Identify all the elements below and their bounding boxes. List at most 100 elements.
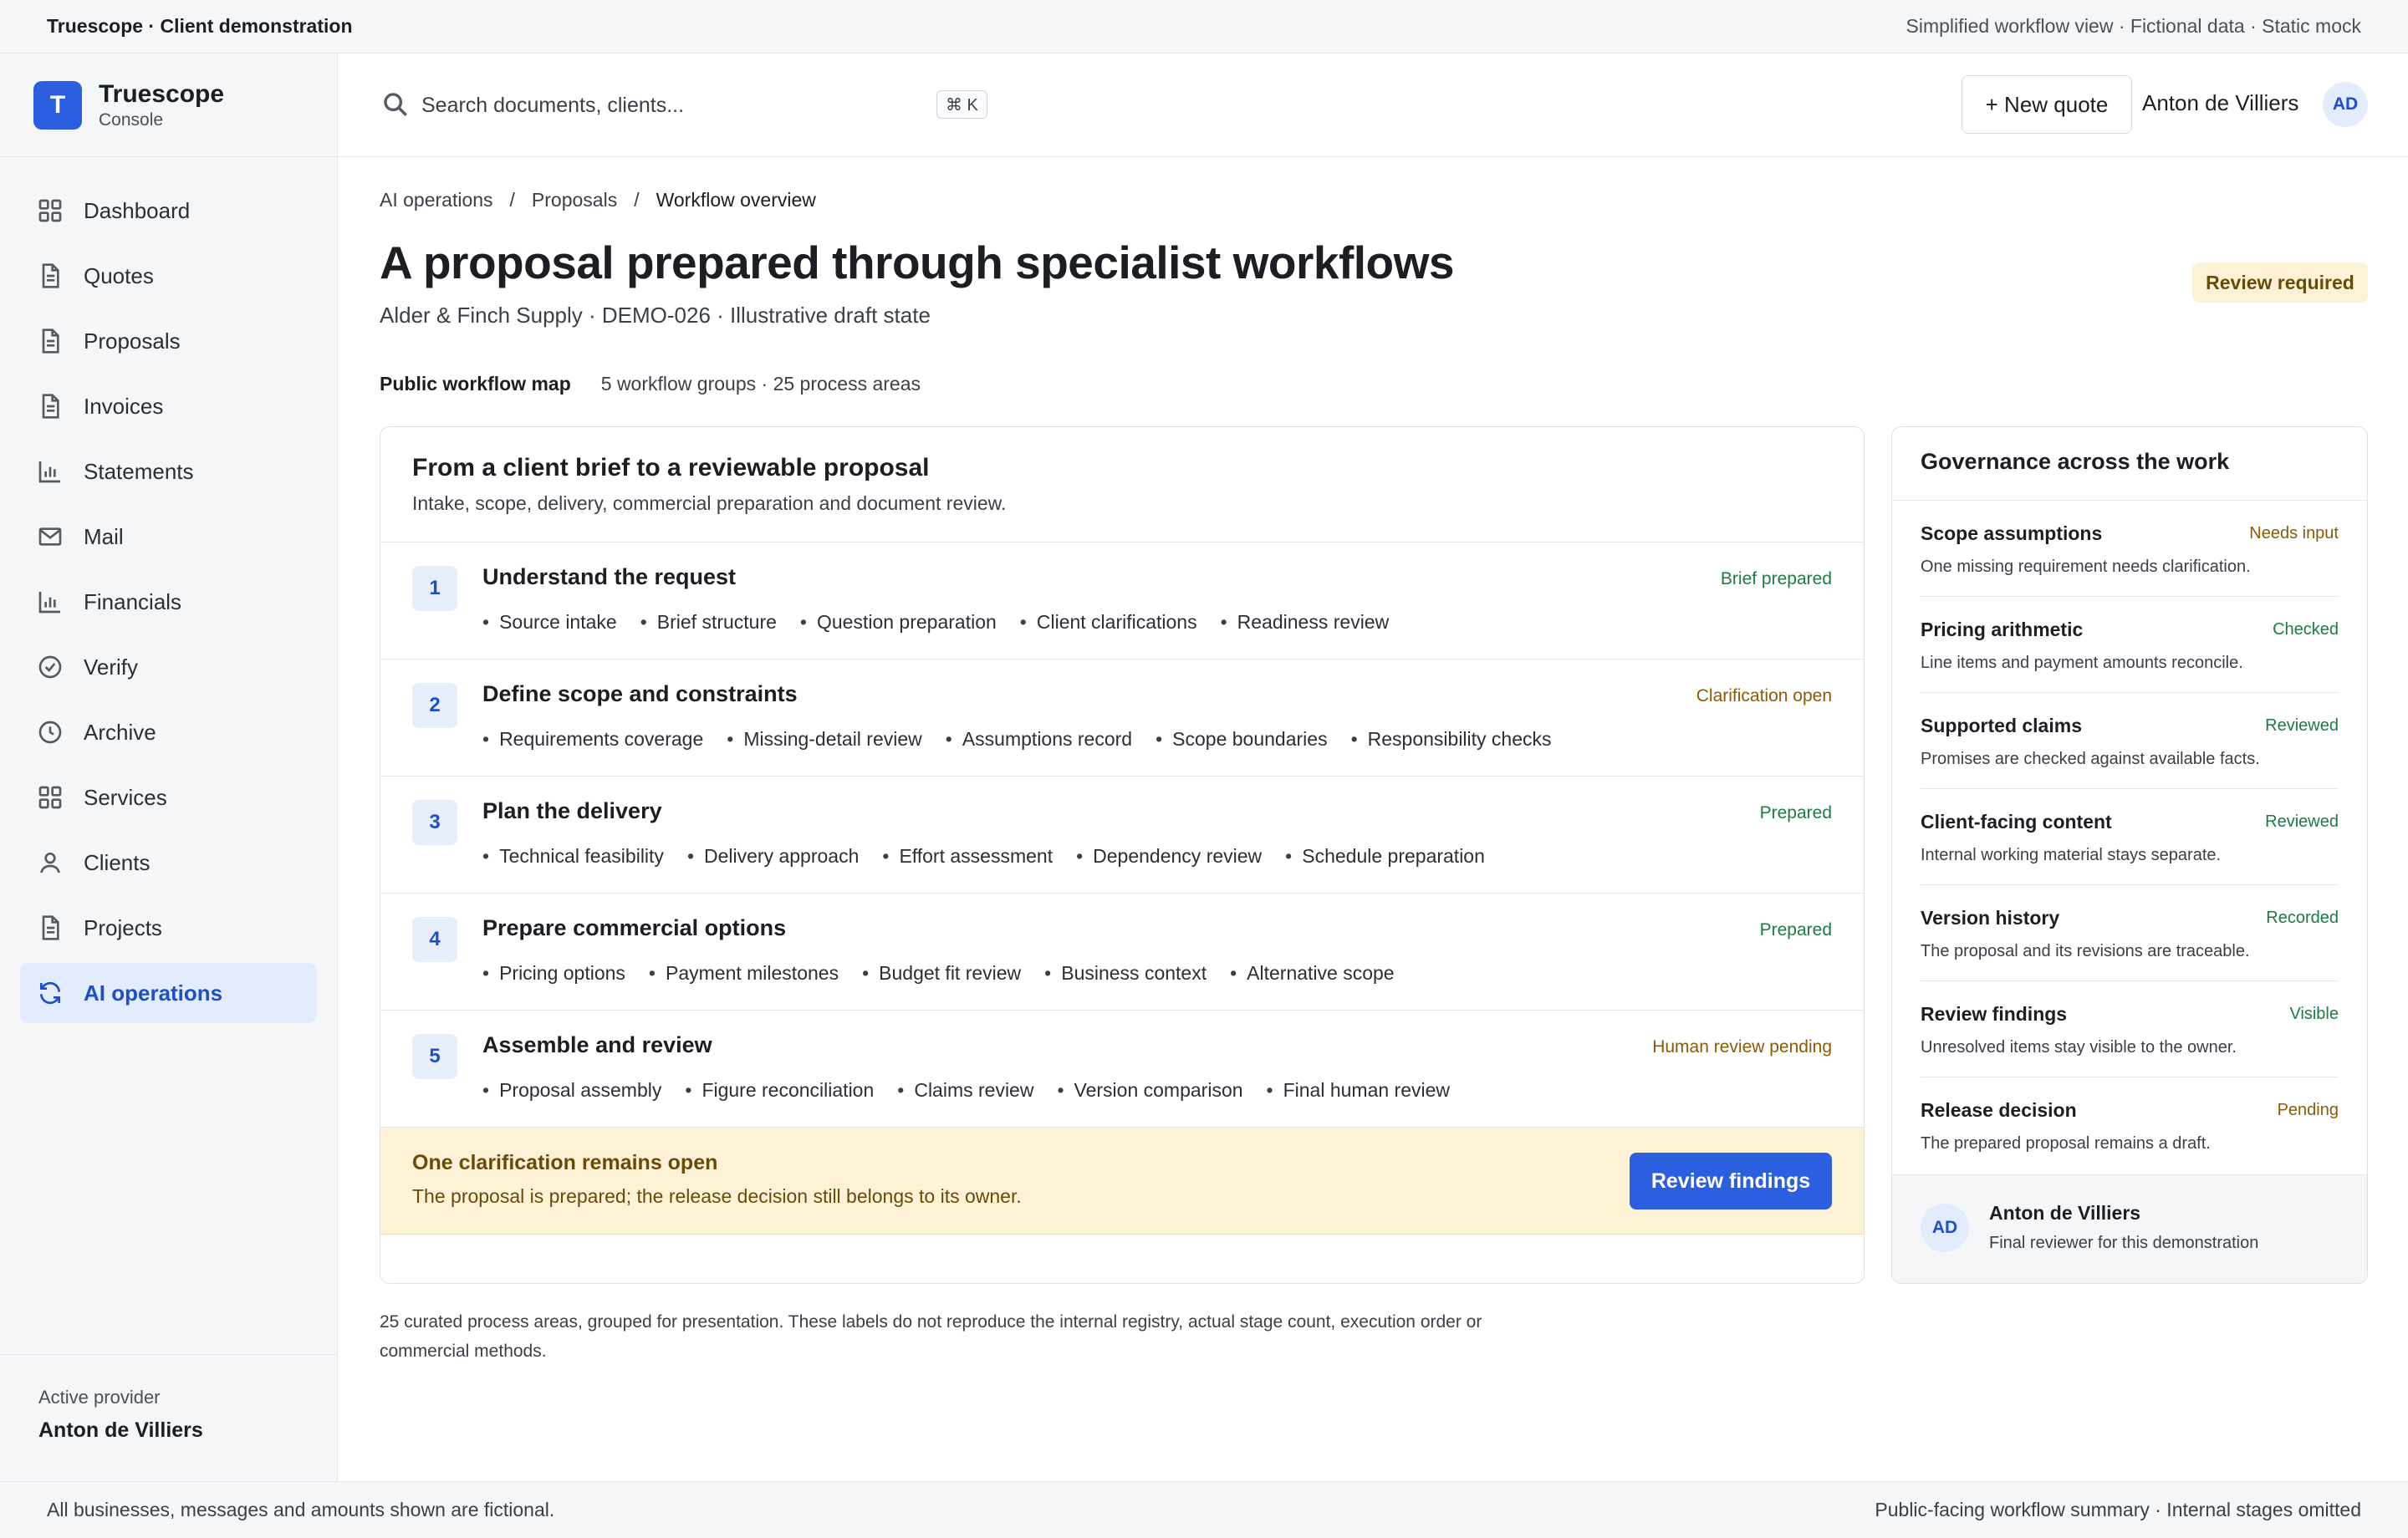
step-tag: Schedule preparation — [1285, 845, 1485, 868]
sidebar-item-statements[interactable]: Statements — [20, 441, 317, 502]
mail-icon — [37, 523, 64, 550]
workflow-map-row: Public workflow map 5 workflow groups · … — [380, 373, 921, 395]
sidebar: T Truescope Console Dashboard Quotes Pro… — [0, 53, 338, 1481]
page-subtitle: Alder & Finch Supply · DEMO-026 · Illust… — [380, 303, 931, 328]
bottom-bar-summary: Public-facing workflow summary · Interna… — [1875, 1499, 2361, 1520]
active-provider-label: Active provider — [38, 1387, 161, 1408]
sidebar-item-verify[interactable]: Verify — [20, 637, 317, 697]
governance-item-status: Recorded — [2266, 909, 2339, 927]
step-tag: Business context — [1044, 962, 1207, 985]
step-tag: Responsibility checks — [1351, 728, 1552, 751]
step-title: Define scope and constraints — [482, 681, 798, 706]
sidebar-item-label: Quotes — [84, 262, 154, 288]
step-number: 4 — [412, 917, 457, 962]
governance-item[interactable]: Release decision Pending The prepared pr… — [1921, 1077, 2339, 1174]
governance-item[interactable]: Scope assumptions Needs input One missin… — [1921, 501, 2339, 597]
sidebar-item-ai-operations[interactable]: AI operations — [20, 963, 317, 1023]
step-status: Human review pending — [1652, 1037, 1832, 1057]
sidebar-brand[interactable]: T Truescope Console — [0, 53, 337, 157]
step-tag: Proposal assembly — [482, 1079, 661, 1102]
new-quote-button[interactable]: + New quote — [1962, 75, 2132, 134]
grid-icon — [37, 784, 64, 811]
step-title: Assemble and review — [482, 1032, 712, 1057]
sidebar-item-label: Archive — [84, 719, 156, 745]
step-number: 3 — [412, 800, 457, 845]
reviewer-role: Final reviewer for this demonstration — [1989, 1234, 2259, 1252]
governance-item-desc: Internal working material stays separate… — [1921, 846, 2222, 864]
step-tag: Final human review — [1267, 1079, 1450, 1102]
step-status: Prepared — [1759, 920, 1832, 940]
governance-item-title: Pricing arithmetic — [1921, 619, 2084, 640]
step-tag: Source intake — [482, 611, 617, 634]
app-logo: T — [33, 80, 82, 130]
governance-item-title: Review findings — [1921, 1003, 2068, 1025]
user-name[interactable]: Anton de Villiers — [2142, 90, 2298, 116]
sidebar-item-label: Financials — [84, 588, 182, 614]
sidebar-item-mail[interactable]: Mail — [20, 507, 317, 567]
workflow-card-description: Intake, scope, delivery, commercial prep… — [412, 492, 1007, 514]
app-name: Truescope — [99, 79, 225, 108]
header: ⌘ K + New quote Anton de Villiers AD — [338, 53, 2408, 157]
clock-icon — [37, 719, 64, 746]
governance-item-status: Needs input — [2249, 524, 2339, 542]
search-shortcut: ⌘ K — [936, 90, 987, 119]
sidebar-item-clients[interactable]: Clients — [20, 833, 317, 893]
step-tag: Technical feasibility — [482, 845, 664, 868]
avatar[interactable]: AD — [2323, 82, 2368, 127]
governance-item-title: Supported claims — [1921, 715, 2082, 736]
governance-item[interactable]: Client-facing content Reviewed Internal … — [1921, 789, 2339, 885]
bar-chart-icon — [37, 458, 64, 485]
document-icon — [37, 262, 64, 289]
step-tag: Client clarifications — [1020, 611, 1197, 634]
clarification-alert: One clarification remains open The propo… — [380, 1128, 1864, 1235]
workflow-step[interactable]: 4 Prepare commercial options Prepared Pr… — [380, 894, 1864, 1011]
governance-title: Governance across the work — [1892, 427, 2367, 501]
sidebar-item-label: Dashboard — [84, 197, 191, 223]
user-icon — [37, 849, 64, 876]
step-title: Prepare commercial options — [482, 915, 787, 940]
sidebar-item-projects[interactable]: Projects — [20, 898, 317, 958]
sidebar-item-quotes[interactable]: Quotes — [20, 246, 317, 306]
governance-item-status: Reviewed — [2265, 812, 2339, 831]
document-icon — [37, 393, 64, 420]
page-title: A proposal prepared through specialist w… — [380, 237, 1455, 288]
workflow-step[interactable]: 2 Define scope and constraints Clarifica… — [380, 660, 1864, 777]
check-circle-icon — [37, 654, 64, 680]
workflow-card-header: From a client brief to a reviewable prop… — [380, 427, 1864, 542]
governance-item[interactable]: Pricing arithmetic Checked Line items an… — [1921, 597, 2339, 693]
bottom-bar-disclaimer: All businesses, messages and amounts sho… — [47, 1499, 555, 1520]
status-badge: Review required — [2192, 262, 2368, 303]
workflow-step[interactable]: 5 Assemble and review Human review pendi… — [380, 1011, 1864, 1128]
step-title: Plan the delivery — [482, 798, 662, 823]
step-tag: Scope boundaries — [1156, 728, 1327, 751]
search-input[interactable] — [421, 87, 890, 124]
review-findings-button[interactable]: Review findings — [1630, 1153, 1832, 1210]
document-icon — [37, 914, 64, 941]
main-content: AI operations / Proposals / Workflow ove… — [338, 157, 2408, 1481]
breadcrumb-proposals[interactable]: Proposals — [532, 189, 617, 211]
grid-icon — [37, 197, 64, 224]
step-tags: Requirements coverage Missing-detail rev… — [482, 728, 1552, 751]
step-status: Clarification open — [1696, 686, 1832, 705]
sidebar-item-archive[interactable]: Archive — [20, 702, 317, 762]
breadcrumb-ai-operations[interactable]: AI operations — [380, 189, 493, 211]
step-tag: Brief structure — [640, 611, 777, 634]
sidebar-item-invoices[interactable]: Invoices — [20, 376, 317, 436]
governance-item-desc: Promises are checked against available f… — [1921, 750, 2260, 768]
workflow-step[interactable]: 3 Plan the delivery Prepared Technical f… — [380, 777, 1864, 894]
governance-item-status: Reviewed — [2265, 716, 2339, 735]
workflow-card: From a client brief to a reviewable prop… — [380, 426, 1865, 1284]
sidebar-item-services[interactable]: Services — [20, 767, 317, 828]
reviewer-avatar: AD — [1921, 1204, 1969, 1252]
sidebar-item-label: Projects — [84, 914, 162, 940]
sidebar-item-financials[interactable]: Financials — [20, 572, 317, 632]
governance-item[interactable]: Review findings Visible Unresolved items… — [1921, 981, 2339, 1077]
sidebar-item-proposals[interactable]: Proposals — [20, 311, 317, 371]
sidebar-item-dashboard[interactable]: Dashboard — [20, 181, 317, 241]
governance-item-title: Version history — [1921, 907, 2060, 929]
sidebar-item-label: Proposals — [84, 328, 181, 354]
workflow-step[interactable]: 1 Understand the request Brief prepared … — [380, 542, 1864, 660]
governance-item[interactable]: Supported claims Reviewed Promises are c… — [1921, 693, 2339, 789]
governance-item[interactable]: Version history Recorded The proposal an… — [1921, 885, 2339, 981]
sidebar-item-label: Services — [84, 784, 167, 810]
